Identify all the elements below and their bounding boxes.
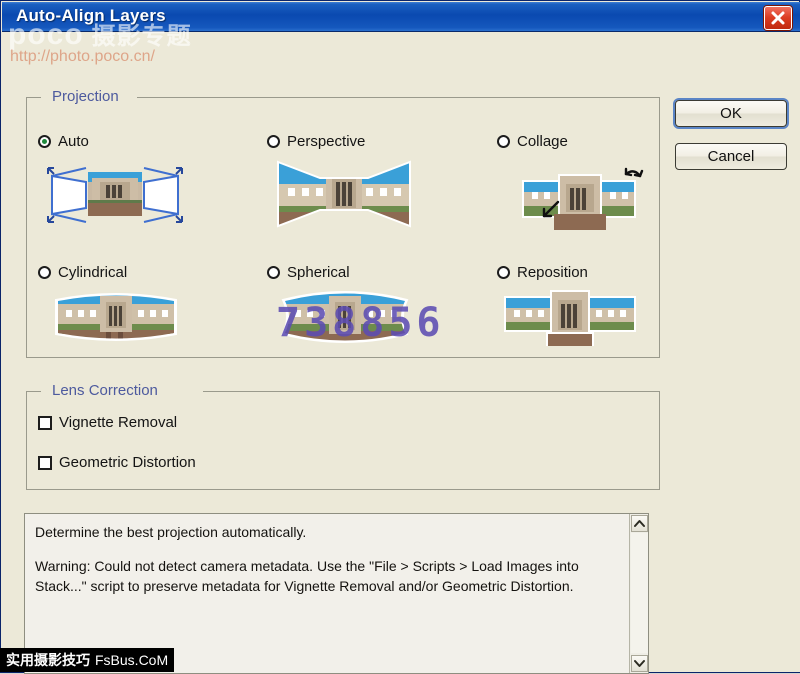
description-scrollbar[interactable] <box>629 514 648 673</box>
group-border-left <box>27 97 41 98</box>
collage-projection-thumbnail[interactable] <box>514 158 644 239</box>
radio-auto[interactable]: Auto <box>38 133 89 150</box>
chevron-up-icon <box>634 520 645 527</box>
radio-spherical-label: Spherical <box>287 264 350 281</box>
checkbox-vignette-removal[interactable]: Vignette Removal <box>38 414 177 431</box>
radio-perspective-indicator[interactable] <box>267 135 280 148</box>
checkbox-geometric-distortion-label: Geometric Distortion <box>59 454 196 471</box>
chevron-down-icon <box>634 660 645 667</box>
title-bar: Auto-Align Layers <box>2 2 800 32</box>
radio-perspective[interactable]: Perspective <box>267 133 365 150</box>
lens-correction-group: Lens Correction <box>26 382 660 490</box>
radio-cylindrical[interactable]: Cylindrical <box>38 264 127 281</box>
window-title: Auto-Align Layers <box>16 6 166 25</box>
close-x-icon <box>771 11 785 25</box>
checkbox-geometric-distortion-indicator[interactable] <box>38 455 52 470</box>
description-text: Determine the best projection automatica… <box>35 522 607 610</box>
spherical-projection-thumbnail[interactable] <box>277 284 413 355</box>
radio-collage-indicator[interactable] <box>497 135 510 148</box>
radio-collage-label: Collage <box>517 133 568 150</box>
group-border-right <box>203 391 659 392</box>
group-border-right <box>137 97 659 98</box>
reposition-projection-thumbnail[interactable] <box>500 286 640 353</box>
radio-perspective-label: Perspective <box>287 133 366 150</box>
auto-projection-thumbnail[interactable] <box>40 154 190 239</box>
radio-collage[interactable]: Collage <box>497 133 568 150</box>
checkbox-geometric-distortion[interactable]: Geometric Distortion <box>38 454 196 471</box>
auto-align-layers-dialog: Auto-Align Layers Projection Auto Perspe… <box>0 0 800 674</box>
radio-spherical-indicator[interactable] <box>267 266 280 279</box>
projection-group-label: Projection <box>47 88 124 105</box>
radio-reposition[interactable]: Reposition <box>497 264 588 281</box>
group-border-left <box>27 391 41 392</box>
description-panel: Determine the best projection automatica… <box>24 513 649 674</box>
radio-reposition-label: Reposition <box>517 264 588 281</box>
cancel-button[interactable]: Cancel <box>675 143 787 170</box>
dialog-body: Projection Auto Perspective Collage Cyli… <box>2 32 800 674</box>
close-button[interactable] <box>764 6 792 30</box>
radio-cylindrical-indicator[interactable] <box>38 266 51 279</box>
lens-correction-group-label: Lens Correction <box>47 382 163 399</box>
scroll-up-button[interactable] <box>631 515 648 532</box>
cylindrical-projection-thumbnail[interactable] <box>50 286 182 353</box>
description-line-2: Warning: Could not detect camera metadat… <box>35 558 579 594</box>
checkbox-vignette-removal-label: Vignette Removal <box>59 414 178 431</box>
scrollbar-track[interactable] <box>631 533 648 653</box>
perspective-projection-thumbnail[interactable] <box>274 154 414 239</box>
radio-reposition-indicator[interactable] <box>497 266 510 279</box>
checkbox-vignette-removal-indicator[interactable] <box>38 415 52 430</box>
radio-auto-label: Auto <box>58 133 89 150</box>
radio-spherical[interactable]: Spherical <box>267 264 350 281</box>
radio-cylindrical-label: Cylindrical <box>58 264 128 281</box>
description-line-1: Determine the best projection automatica… <box>35 524 307 540</box>
ok-button[interactable]: OK <box>675 100 787 127</box>
scroll-down-button[interactable] <box>631 655 648 672</box>
radio-auto-indicator[interactable] <box>38 135 51 148</box>
